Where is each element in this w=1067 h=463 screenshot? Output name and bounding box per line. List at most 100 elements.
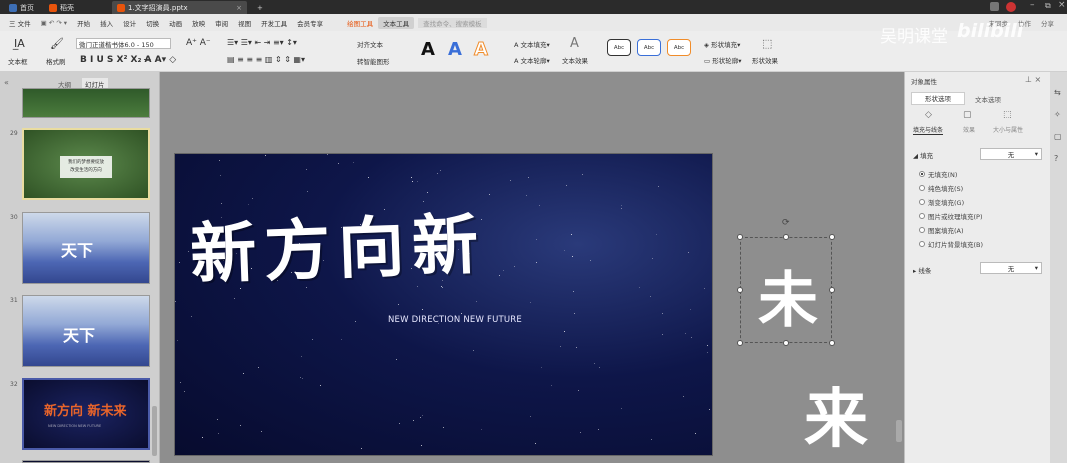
text-outline-button[interactable]: A 文本轮廓▾ (514, 55, 550, 65)
tab-close-icon[interactable]: × (236, 4, 242, 12)
shape-style-sample[interactable]: Abc (667, 39, 691, 56)
menu-item[interactable]: 插入 (95, 18, 118, 28)
shape-effect-icon[interactable]: ⬚ (762, 37, 772, 50)
drawing-tools-tab[interactable]: 绘图工具 (342, 18, 378, 28)
slide-thumbnail[interactable] (22, 88, 150, 118)
menu-item[interactable]: 视图 (233, 18, 256, 28)
current-slide[interactable]: 新方向新 NEW DIRECTION NEW FUTURE (174, 153, 713, 456)
file-menu[interactable]: 三 文件 (4, 18, 36, 28)
layout-icon[interactable]: ▢ (1054, 132, 1062, 141)
fill-line-icon[interactable]: ◇ (925, 110, 932, 120)
loose-char[interactable]: 来 (804, 368, 868, 460)
menu-item[interactable]: 动画 (164, 18, 187, 28)
rotate-handle-icon[interactable]: ⟳ (782, 218, 790, 228)
pin-icon[interactable]: ⊥ × (1025, 75, 1041, 84)
slide-subtitle[interactable]: NEW DIRECTION NEW FUTURE (388, 315, 522, 325)
text-style-blue[interactable]: A (448, 39, 462, 60)
canvas-scrollbar[interactable] (896, 420, 902, 442)
new-tab-button[interactable]: + (252, 1, 268, 14)
fill-option-solid[interactable]: 纯色填充(S) (919, 183, 963, 193)
star (218, 160, 220, 162)
resize-handle[interactable] (829, 234, 835, 240)
resize-handle[interactable] (737, 340, 743, 346)
slide-thumbnail[interactable]: 天下 (22, 212, 150, 284)
format-painter-button[interactable]: 格式刷 (46, 56, 66, 66)
subtab-fill-line[interactable]: 填充与线条 (913, 125, 944, 135)
fill-option-pattern[interactable]: 图案填充(A) (919, 225, 964, 235)
slide-title[interactable]: 新方向新 (188, 191, 488, 297)
star (264, 154, 266, 156)
align-text-button[interactable]: 对齐文本 (357, 39, 383, 49)
tab-home[interactable]: 首页 (4, 1, 39, 14)
search-command[interactable]: 查找命令、搜索模板 (418, 17, 487, 28)
resize-handle[interactable] (783, 234, 789, 240)
shape-style-sample[interactable]: Abc (607, 39, 631, 56)
shape-effect-button[interactable]: 形状效果 (752, 55, 778, 65)
text-style-orange[interactable]: A (474, 39, 489, 61)
font-select[interactable]: 微门正道楷书体6.0 - 150 (76, 38, 171, 49)
resize-handle[interactable] (737, 234, 743, 240)
resize-handle[interactable] (829, 287, 835, 293)
shape-style-sample[interactable]: Abc (637, 39, 661, 56)
tab-document[interactable]: 1.文字招演員.pptx × (112, 1, 247, 14)
shape-fill-button[interactable]: ◈ 形状填充▾ (704, 39, 740, 49)
slide-thumbnail[interactable]: 天下 (22, 295, 150, 367)
restore-icon[interactable]: ⧉ (1045, 1, 1051, 11)
collapse-panel-icon[interactable]: « (4, 78, 9, 87)
properties-icon[interactable]: ⇆ (1054, 88, 1061, 97)
slide-thumbnail[interactable]: 我们的梦想要绽放 改变生活的方向 (22, 128, 150, 200)
menu-icon[interactable] (990, 2, 999, 11)
font-style-buttons[interactable]: B I U S X² X₂ A̶ A▾ ◇ (80, 55, 176, 65)
slide-thumbnail[interactable]: 新方向 新未来 NEW DIRECTION NEW FUTURE (22, 378, 150, 450)
format-painter-icon[interactable]: 🖌 (50, 37, 64, 50)
menu-item[interactable]: 开发工具 (256, 18, 292, 28)
text-fill-button[interactable]: A 文本填充▾ (514, 39, 550, 49)
avatar[interactable] (1006, 2, 1016, 12)
tab-shape-options[interactable]: 形状选项 (911, 92, 965, 105)
menu-item[interactable]: 设计 (118, 18, 141, 28)
panel-scrollbar[interactable] (152, 406, 157, 456)
help-icon[interactable]: ? (1054, 154, 1058, 163)
line-section[interactable]: ▸ 线条 (913, 265, 931, 275)
resize-handle[interactable] (737, 287, 743, 293)
menu-item[interactable]: 开始 (72, 18, 95, 28)
close-icon[interactable]: × (1058, 0, 1066, 10)
font-size-grow-icon[interactable]: A⁺ A⁻ (186, 38, 211, 48)
menu-item[interactable]: 切换 (141, 18, 164, 28)
smart-shape-button[interactable]: 转智能图形 (357, 56, 390, 66)
text-tools-tab[interactable]: 文本工具 (378, 16, 415, 29)
quick-access-icons[interactable]: ▣ ↶ ↷ ▾ (36, 19, 73, 27)
menu-item[interactable]: 审阅 (210, 18, 233, 28)
tab-text-options[interactable]: 文本选项 (975, 94, 1001, 104)
text-style-black[interactable]: A (421, 39, 435, 60)
text-effect-icon[interactable]: A (570, 36, 579, 51)
shape-outline-button[interactable]: ▭ 形状轮廓▾ (704, 55, 741, 65)
text-effect-button[interactable]: 文本效果 (562, 55, 588, 65)
star (510, 179, 512, 181)
textbox-icon[interactable]: I̲A (14, 37, 25, 50)
resize-handle[interactable] (783, 340, 789, 346)
menu-item[interactable]: 放映 (187, 18, 210, 28)
fill-option-picture[interactable]: 图片或纹理填充(P) (919, 211, 983, 221)
list-buttons[interactable]: ☰▾ ☰▾ ⇤ ⇥ ≡▾ ↕▾ (227, 38, 297, 47)
fill-section[interactable]: ◢ 填充 (913, 150, 933, 160)
share-button[interactable]: 分享 (1036, 18, 1059, 28)
size-icon[interactable]: ⬚ (1003, 110, 1012, 120)
fill-option-gradient[interactable]: 渐变填充(G) (919, 197, 964, 207)
align-buttons[interactable]: ▤ ≡ ≡ ≡ ▥ ⇕ ⇕ ▦▾ (227, 55, 305, 64)
minimize-icon[interactable]: – (1030, 0, 1035, 10)
fill-option-none[interactable]: 无填充(N) (919, 169, 957, 179)
selected-char[interactable]: 未 (758, 252, 818, 339)
subtab-effect[interactable]: 效果 (963, 125, 975, 134)
resize-handle[interactable] (829, 340, 835, 346)
style-icon[interactable]: ✧ (1054, 110, 1061, 119)
fill-option-background[interactable]: 幻灯片背景填充(B) (919, 239, 983, 249)
tab-docer[interactable]: 稻壳 (44, 1, 79, 14)
textbox-button[interactable]: 文本框 (8, 56, 28, 66)
menu-item[interactable]: 会员专享 (292, 18, 328, 28)
fill-select[interactable]: 无 ▾ (980, 148, 1042, 160)
effect-icon[interactable]: ▢ (963, 110, 972, 120)
subtab-size[interactable]: 大小与属性 (993, 125, 1023, 134)
line-select[interactable]: 无 ▾ (980, 262, 1042, 274)
selected-textbox[interactable]: 未 ⟳ (737, 218, 835, 346)
